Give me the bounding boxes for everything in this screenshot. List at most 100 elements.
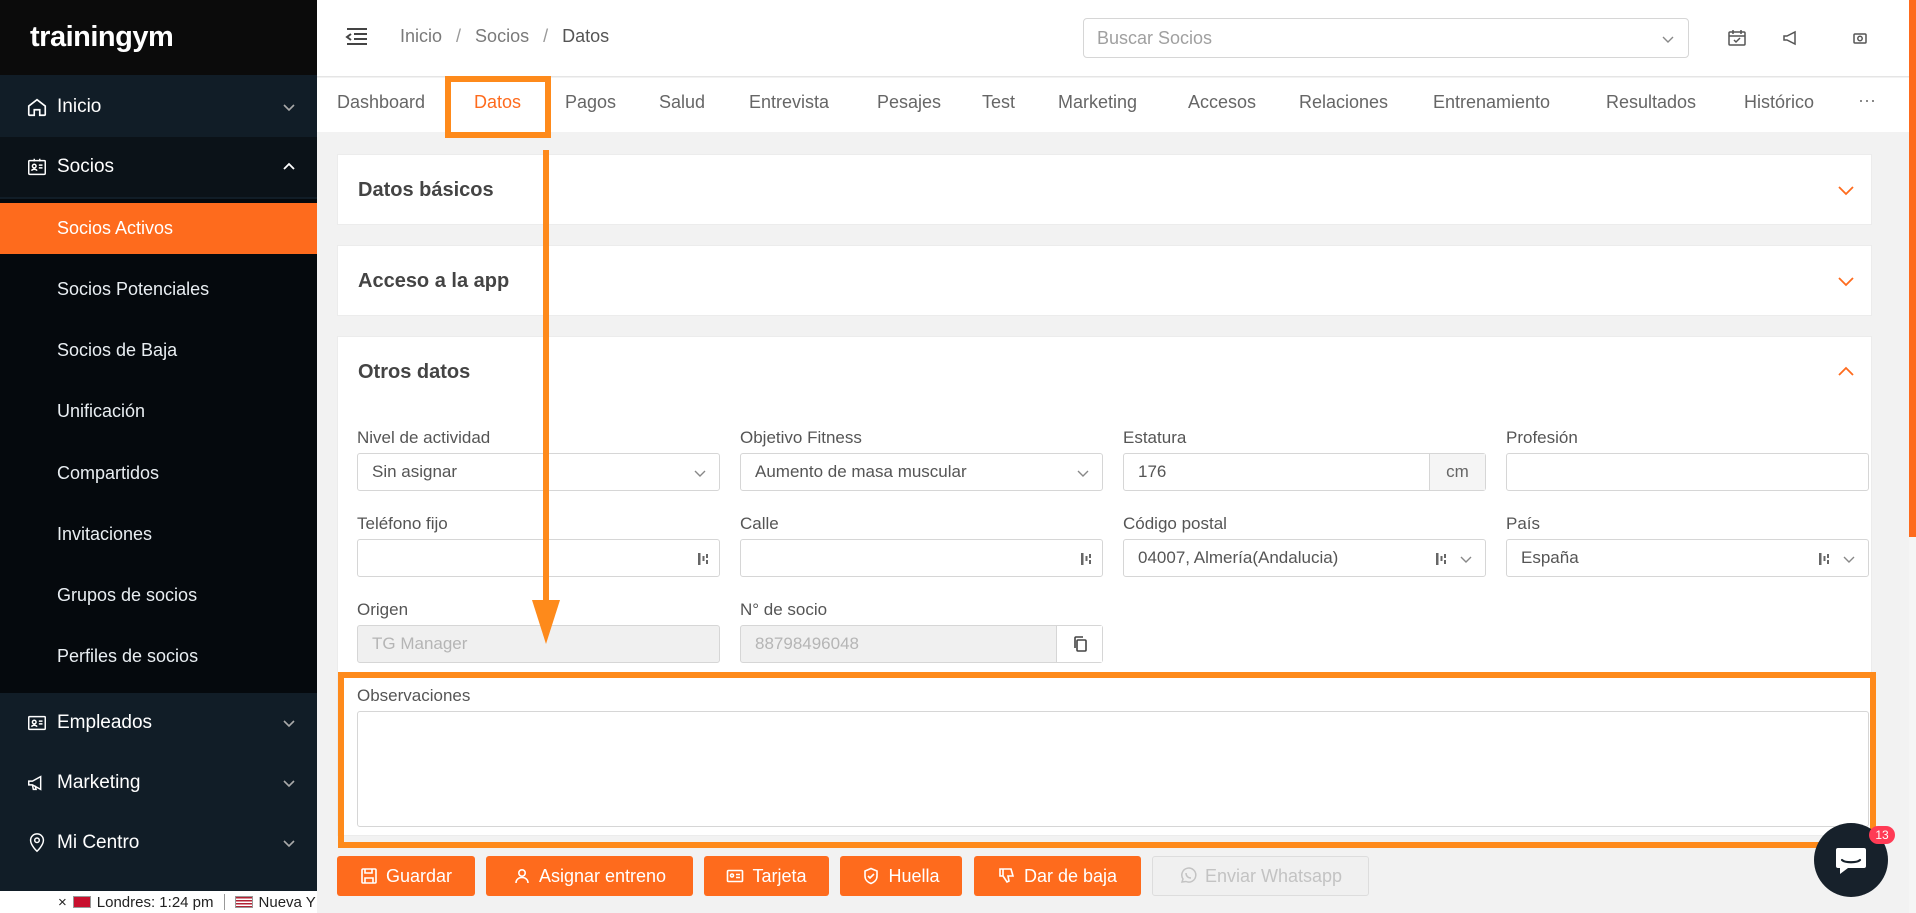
tarjeta-button[interactable]: Tarjeta	[704, 856, 829, 896]
chevron-down-icon[interactable]	[1837, 181, 1855, 199]
chevron-down-icon	[283, 720, 295, 728]
search-input[interactable]	[1084, 19, 1688, 57]
logo-bar: trainingym	[0, 0, 317, 75]
sidebar-item-inicio[interactable]: Inicio	[0, 77, 317, 137]
field-handle-icon	[698, 553, 708, 565]
tabs-more-button[interactable]: ···	[1858, 90, 1876, 111]
tab-dashboard[interactable]: Dashboard	[337, 92, 425, 113]
guardar-label: Guardar	[385, 865, 453, 886]
objetivo-fitness-select[interactable]: Aumento de masa muscular	[740, 453, 1103, 491]
chevron-down-icon	[283, 104, 295, 112]
sidebar-item-empleados[interactable]: Empleados	[0, 693, 317, 753]
tab-test[interactable]: Test	[982, 92, 1015, 113]
annotation-arrow-icon	[532, 150, 560, 644]
card-icon	[727, 869, 744, 883]
calendar-check-icon[interactable]	[1727, 28, 1747, 48]
shield-check-icon	[864, 867, 879, 885]
chevron-up-icon[interactable]	[1837, 363, 1855, 381]
chevron-down-icon	[1843, 556, 1855, 563]
tab-historico[interactable]: Histórico	[1744, 92, 1814, 113]
objetivo-fitness-value: Aumento de masa muscular	[755, 462, 967, 481]
brand-logo[interactable]: trainingym	[30, 21, 174, 54]
tab-entrenamiento[interactable]: Entrenamiento	[1433, 92, 1550, 113]
n-socio-label: N° de socio	[740, 600, 828, 619]
megaphone-icon[interactable]	[1782, 28, 1802, 48]
panel-title: Acceso a la app	[358, 270, 510, 292]
n-socio-input: 88798496048	[740, 625, 1103, 663]
telefono-fijo-label: Teléfono fijo	[357, 514, 448, 533]
huella-label: Huella	[888, 865, 940, 886]
sidebar-subitem-socios-potenciales[interactable]: Socios Potenciales	[0, 264, 317, 314]
codigo-postal-value: 04007, Almería(Andalucia)	[1138, 548, 1339, 567]
sidebar-subitem-perfiles-de-socios[interactable]: Perfiles de socios	[0, 631, 317, 681]
chevron-down-icon	[1077, 470, 1089, 477]
profesion-label: Profesión	[1506, 428, 1578, 447]
menu-toggle-icon[interactable]	[345, 26, 369, 48]
dar-de-baja-label: Dar de baja	[1023, 865, 1118, 886]
sidebar-subitem-socios-activos[interactable]: Socios Activos	[0, 203, 317, 254]
tab-datos[interactable]: Datos	[474, 92, 521, 113]
tab-salud[interactable]: Salud	[659, 92, 705, 113]
asignar-entreno-button[interactable]: Asignar entreno	[486, 856, 693, 896]
chevron-down-icon	[283, 780, 295, 788]
observaciones-label: Observaciones	[357, 686, 471, 705]
breadcrumb-separator: /	[456, 26, 462, 46]
camera-icon[interactable]	[1850, 28, 1870, 48]
tab-accesos[interactable]: Accesos	[1188, 92, 1256, 113]
dar-de-baja-button[interactable]: Dar de baja	[974, 856, 1141, 896]
codigo-postal-label: Código postal	[1123, 514, 1227, 533]
id-card-icon	[28, 158, 46, 176]
estatura-value: 176	[1138, 462, 1167, 481]
profesion-input[interactable]	[1506, 453, 1869, 491]
uk-flag-icon	[72, 896, 91, 908]
huella-button[interactable]: Huella	[840, 856, 962, 896]
ticker-city-2: Nueva Y	[258, 893, 316, 911]
observaciones-textarea[interactable]	[357, 711, 1869, 827]
pais-select[interactable]: España	[1506, 539, 1869, 577]
breadcrumb: Inicio / Socios / Datos	[400, 26, 609, 47]
tab-pagos[interactable]: Pagos	[565, 92, 616, 113]
chat-bubble-icon	[1836, 848, 1866, 874]
panel-title: Datos básicos	[358, 179, 494, 201]
breadcrumb-inicio[interactable]: Inicio	[400, 26, 442, 47]
estatura-input[interactable]: 176 cm	[1123, 453, 1486, 491]
badge-icon	[28, 715, 46, 731]
sidebar-item-label: Marketing	[57, 772, 141, 793]
sidebar-item-marketing[interactable]: Marketing	[0, 753, 317, 813]
chat-badge: 13	[1869, 826, 1895, 844]
tab-pesajes[interactable]: Pesajes	[877, 92, 941, 113]
pais-label: País	[1506, 514, 1541, 533]
sidebar-item-label: Socios	[57, 156, 115, 177]
ticker-close[interactable]: ×	[58, 894, 67, 911]
chevron-down-icon	[1460, 556, 1472, 563]
chevron-down-icon	[283, 840, 295, 848]
breadcrumb-socios[interactable]: Socios	[475, 26, 529, 47]
tab-entrevista[interactable]: Entrevista	[749, 92, 829, 113]
sidebar-item-label: Mi Centro	[57, 832, 140, 853]
topbar: Inicio / Socios / Datos	[317, 0, 1916, 77]
sidebar-subitem-compartidos[interactable]: Compartidos	[0, 448, 317, 498]
sidebar-subitem-grupos-de-socios[interactable]: Grupos de socios	[0, 570, 317, 620]
guardar-button[interactable]: Guardar	[337, 856, 475, 896]
page-scrollbar[interactable]	[1909, 0, 1916, 913]
chevron-down-icon[interactable]	[1837, 272, 1855, 290]
sidebar-item-mi-centro[interactable]: Mi Centro	[0, 813, 317, 873]
n-socio-value: 88798496048	[755, 634, 860, 653]
calle-input[interactable]	[740, 539, 1103, 577]
tab-relaciones[interactable]: Relaciones	[1299, 92, 1388, 113]
sidebar-item-socios[interactable]: Socios	[0, 137, 317, 197]
tab-resultados[interactable]: Resultados	[1606, 92, 1696, 113]
whatsapp-icon	[1180, 867, 1197, 883]
ticker-city-1: Londres: 1:24 pm	[96, 893, 214, 911]
timezone-ticker: × Londres: 1:24 pm Nueva Y	[0, 891, 317, 913]
tab-marketing[interactable]: Marketing	[1058, 92, 1137, 113]
calle-label: Calle	[740, 514, 779, 533]
scrollbar-thumb[interactable]	[1909, 0, 1916, 537]
sidebar-subitem-socios-de-baja[interactable]: Socios de Baja	[0, 325, 317, 375]
sidebar-subitem-unificacion[interactable]: Unificación	[0, 386, 317, 436]
codigo-postal-select[interactable]: 04007, Almería(Andalucia)	[1123, 539, 1486, 577]
copy-button[interactable]	[1056, 626, 1102, 662]
megaphone-icon	[28, 775, 42, 791]
sidebar-subitem-invitaciones[interactable]: Invitaciones	[0, 509, 317, 559]
search-box[interactable]	[1083, 18, 1689, 58]
